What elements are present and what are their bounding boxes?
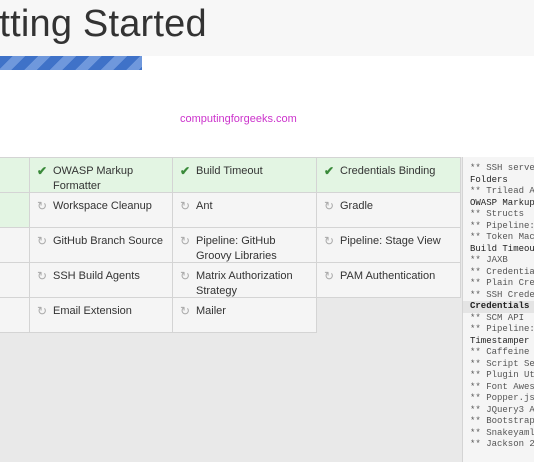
plugin-cell: ↻ Pipeline: Stage View: [316, 227, 461, 263]
plugin-name: SSH Build Agents: [53, 270, 140, 282]
refresh-icon: ↻: [36, 304, 48, 318]
header-bar: etting Started: [0, 0, 534, 57]
log-line: ** Token Mac: [470, 232, 534, 242]
plugin-name: OWASP Markup Formatter: [53, 165, 134, 192]
log-line: ** SSH serve: [470, 163, 534, 173]
plugin-name: PAM Authentication: [340, 270, 436, 282]
log-line: ** Pipeline:: [470, 220, 534, 231]
refresh-icon: ↻: [179, 234, 191, 248]
refresh-icon: ↻: [323, 199, 335, 213]
log-line: ** Caffeine: [470, 347, 530, 357]
log-line: ** Trilead A: [470, 186, 534, 196]
plugin-cell-clipped: [0, 192, 30, 228]
plugin-name: Mailer: [196, 305, 226, 317]
log-line: ** Jackson 2: [470, 439, 534, 449]
refresh-icon: ↻: [36, 234, 48, 248]
plugin-cell: ↻ Email Extension: [29, 297, 173, 333]
plugin-cell: ↻ Mailer: [172, 297, 317, 333]
log-line: ** SCM API: [470, 312, 525, 323]
refresh-icon: ↻: [323, 269, 335, 283]
log-line: Credentials: [463, 301, 534, 313]
plugin-cell: ✔ Credentials Binding: [316, 157, 461, 193]
plugin-name: Ant: [196, 200, 213, 212]
log-line: Timestamper: [470, 335, 530, 346]
plugin-cell: ✔ Build Timeout: [172, 157, 317, 193]
install-log: ** SSH serve Folders ** Trilead A OWASP Mar…: [462, 157, 534, 462]
plugin-cell: ↻ Workspace Cleanup: [29, 192, 173, 228]
plugin-cell: ↻ PAM Authentication: [316, 262, 461, 298]
plugin-cell: ↻ Matrix Authorization Strategy: [172, 262, 317, 298]
check-icon: ✔: [36, 164, 48, 178]
plugin-name: Pipeline: GitHub Groovy Libraries: [196, 235, 277, 262]
plugin-name: Email Extension: [53, 305, 132, 317]
plugin-cell-clipped: [0, 297, 30, 333]
plugin-cell: ↻ Ant: [172, 192, 317, 228]
refresh-icon: ↻: [179, 199, 191, 213]
plugin-cell: ↻ SSH Build Agents: [29, 262, 173, 298]
plugin-name: Matrix Authorization Strategy: [196, 270, 293, 297]
log-line: Folders: [470, 174, 508, 185]
check-icon: ✔: [323, 164, 335, 178]
log-line: ** Popper.js: [470, 393, 534, 403]
install-progress-bar: [0, 56, 142, 70]
plugin-name: Workspace Cleanup: [53, 200, 152, 212]
plugin-cell: ↻ GitHub Branch Source: [29, 227, 173, 263]
log-line: ** Snakeyaml: [470, 427, 534, 438]
plugin-name: GitHub Branch Source: [53, 235, 164, 247]
check-icon: ✔: [179, 164, 191, 178]
refresh-icon: ↻: [36, 269, 48, 283]
plugin-cell: ↻ Gradle: [316, 192, 461, 228]
log-line: ** Pipeline:: [470, 324, 534, 334]
refresh-icon: ↻: [323, 234, 335, 248]
log-line: ** JAXB: [470, 255, 508, 265]
log-line: ** JQuery3 A: [470, 404, 534, 415]
log-line: Build Timeou: [470, 243, 534, 254]
log-line: ** Font Awes: [470, 381, 534, 392]
plugin-cell: ↻ Pipeline: GitHub Groovy Libraries: [172, 227, 317, 263]
plugin-name: Pipeline: Stage View: [340, 235, 441, 247]
plugin-name: Gradle: [340, 200, 374, 212]
plugin-cell-clipped: [0, 157, 30, 193]
log-line: ** SSH Crede: [470, 289, 534, 300]
log-line: ** Bootstrap: [470, 416, 534, 426]
plugin-grid: ✔ OWASP Markup Formatter ✔ Build Timeout ✔ Cr…: [0, 157, 462, 462]
log-line: ** Plain Cre: [470, 278, 534, 288]
refresh-icon: ↻: [179, 269, 191, 283]
page-title: etting Started: [0, 3, 207, 45]
plugin-name: Build Timeout: [196, 165, 263, 177]
plugin-cell-clipped: [0, 262, 30, 298]
log-line: OWASP Markup: [470, 197, 534, 208]
refresh-icon: ↻: [179, 304, 191, 318]
watermark-text: computingforgeeks.com: [180, 113, 297, 125]
refresh-icon: ↻: [36, 199, 48, 213]
plugin-cell: ✔ OWASP Markup Formatter: [29, 157, 173, 193]
log-line: ** Plugin Ut: [470, 370, 534, 380]
log-line: ** Credentia: [470, 266, 534, 277]
log-line: ** Script Se: [470, 358, 534, 369]
log-line: ** Structs: [470, 209, 525, 219]
plugin-name: Credentials Binding: [340, 165, 436, 177]
plugin-cell-clipped: [0, 227, 30, 263]
